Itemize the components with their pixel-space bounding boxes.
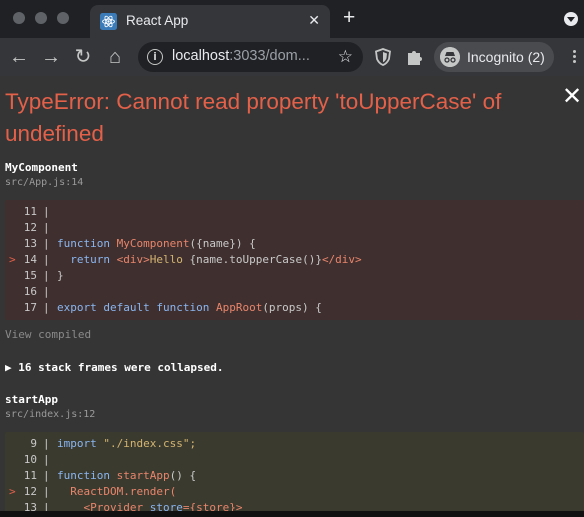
browser-toolbar: ← → ↻ ⌂ i localhost:3033/dom... ☆ Incogn… (0, 38, 584, 76)
gutter-separator: | (43, 437, 50, 450)
code-token: {name.toUpperCase()} (189, 253, 322, 266)
browser-tab[interactable]: React App ✕ (90, 5, 330, 38)
code-block: 11 | 12 | 13 | function MyComponent({name}) {>… (5, 200, 584, 320)
tab-search-icon[interactable] (564, 12, 578, 26)
line-number: 10 (23, 453, 37, 466)
code-block: 9 | import "./index.css"; 10 | 11 | function st… (5, 432, 584, 517)
gutter-separator: | (43, 253, 50, 266)
more-vert-icon[interactable] (566, 48, 582, 66)
code-token: return (57, 253, 117, 266)
gutter-separator: | (43, 469, 50, 482)
code-line: 16 | (5, 284, 584, 300)
zoom-window-button[interactable] (57, 12, 69, 24)
forward-button[interactable]: → (40, 46, 62, 68)
code-line: >12 | ReactDOM.render( (5, 484, 584, 500)
code-line: 17 | export default function AppRoot(props… (5, 300, 584, 316)
code-line: 11 | function startApp() { (5, 468, 584, 484)
address-bar[interactable]: i localhost:3033/dom... ☆ (138, 42, 363, 72)
close-overlay-icon[interactable]: ✕ (562, 85, 584, 109)
line-number: 15 (23, 269, 37, 282)
url-text[interactable]: localhost:3033/dom... (172, 48, 310, 64)
line-number: 14 (23, 253, 37, 266)
view-compiled-link[interactable]: View compiled (5, 328, 91, 341)
code-token: export default function (57, 301, 216, 314)
code-token: AppRoot (215, 301, 263, 314)
code-line: 9 | import "./index.css"; (5, 436, 584, 452)
gutter-separator: | (43, 285, 50, 298)
code-text: } (57, 268, 64, 284)
collapsed-frames-toggle[interactable]: ▶ 16 stack frames were collapsed. (5, 361, 224, 374)
gutter-separator: | (43, 453, 50, 466)
incognito-icon (440, 47, 460, 67)
line-number: 16 (23, 285, 37, 298)
code-text: import "./index.css"; (57, 436, 196, 452)
error-title: TypeError: Cannot read property 'toUpper… (5, 89, 502, 146)
gutter-separator: | (43, 485, 50, 498)
tab-title: React App (126, 13, 189, 28)
puzzle-icon[interactable] (405, 47, 425, 67)
code-text: export default function AppRoot(props) { (57, 300, 322, 316)
code-text: function MyComponent({name}) { (57, 236, 256, 252)
gutter-separator: | (43, 237, 50, 250)
gutter-separator: | (43, 221, 50, 234)
code-token: function (57, 237, 117, 250)
gutter-separator: | (43, 301, 50, 314)
code-token: () { (169, 469, 197, 482)
url-path: :3033/dom... (229, 48, 310, 64)
minimize-window-button[interactable] (35, 12, 47, 24)
line-number: 13 (23, 237, 37, 250)
bookmark-star-icon[interactable]: ☆ (338, 47, 353, 67)
line-number: 11 (23, 469, 37, 482)
react-logo-icon (100, 13, 117, 30)
code-line: 13 | function MyComponent({name}) { (5, 236, 584, 252)
code-line: 10 | (5, 452, 584, 468)
code-text: return <div>Hello {name.toUpperCase()}</… (57, 252, 362, 268)
stack-frame-function: MyComponent (5, 161, 78, 174)
page-bottom-edge (0, 511, 584, 517)
code-token: <div> (116, 253, 150, 266)
code-token: Hello (149, 253, 190, 266)
gutter-separator: | (43, 205, 50, 218)
line-number: 12 (23, 485, 37, 498)
code-token: function (57, 469, 117, 482)
code-token: import (57, 437, 104, 450)
incognito-label: Incognito (2) (467, 49, 545, 65)
code-token: ({name}) { (189, 237, 256, 250)
url-host: localhost (172, 48, 230, 64)
code-token: </div> (321, 253, 362, 266)
code-token: (props) { (262, 301, 322, 314)
shield-icon[interactable] (373, 47, 393, 67)
line-number: 17 (23, 301, 37, 314)
code-text: ReactDOM.render( (57, 484, 176, 500)
incognito-badge[interactable]: Incognito (2) (434, 42, 554, 72)
code-line: 15 |} (5, 268, 584, 284)
stack-frame-function: startApp (5, 393, 58, 406)
code-line: 11 | (5, 204, 584, 220)
tab-close-icon[interactable]: ✕ (308, 12, 320, 29)
line-number: 9 (30, 437, 37, 450)
line-number: 11 (23, 205, 37, 218)
close-window-button[interactable] (13, 12, 25, 24)
home-button[interactable]: ⌂ (104, 46, 126, 68)
code-line: >14 | return <div>Hello {name.toUpperCase… (5, 252, 584, 268)
code-token: } (57, 269, 64, 282)
code-token: startApp (116, 469, 170, 482)
info-icon[interactable]: i (147, 49, 163, 65)
line-number: 12 (23, 221, 37, 234)
code-token: MyComponent (116, 237, 190, 250)
code-line: 12 | (5, 220, 584, 236)
code-text: function startApp() { (57, 468, 196, 484)
error-overlay: TypeError: Cannot read property 'toUpper… (0, 76, 584, 517)
reload-button[interactable]: ↻ (72, 46, 94, 68)
code-token: "./index.css"; (103, 437, 197, 450)
back-button[interactable]: ← (8, 46, 30, 68)
gutter-separator: | (43, 269, 50, 282)
stack-frame-location[interactable]: src/App.js:14 (5, 177, 83, 188)
browser-titlebar: React App ✕ + (0, 0, 584, 38)
code-token: ReactDOM.render( (57, 485, 177, 498)
new-tab-button[interactable]: + (343, 7, 355, 28)
stack-frame-location[interactable]: src/index.js:12 (5, 409, 95, 420)
